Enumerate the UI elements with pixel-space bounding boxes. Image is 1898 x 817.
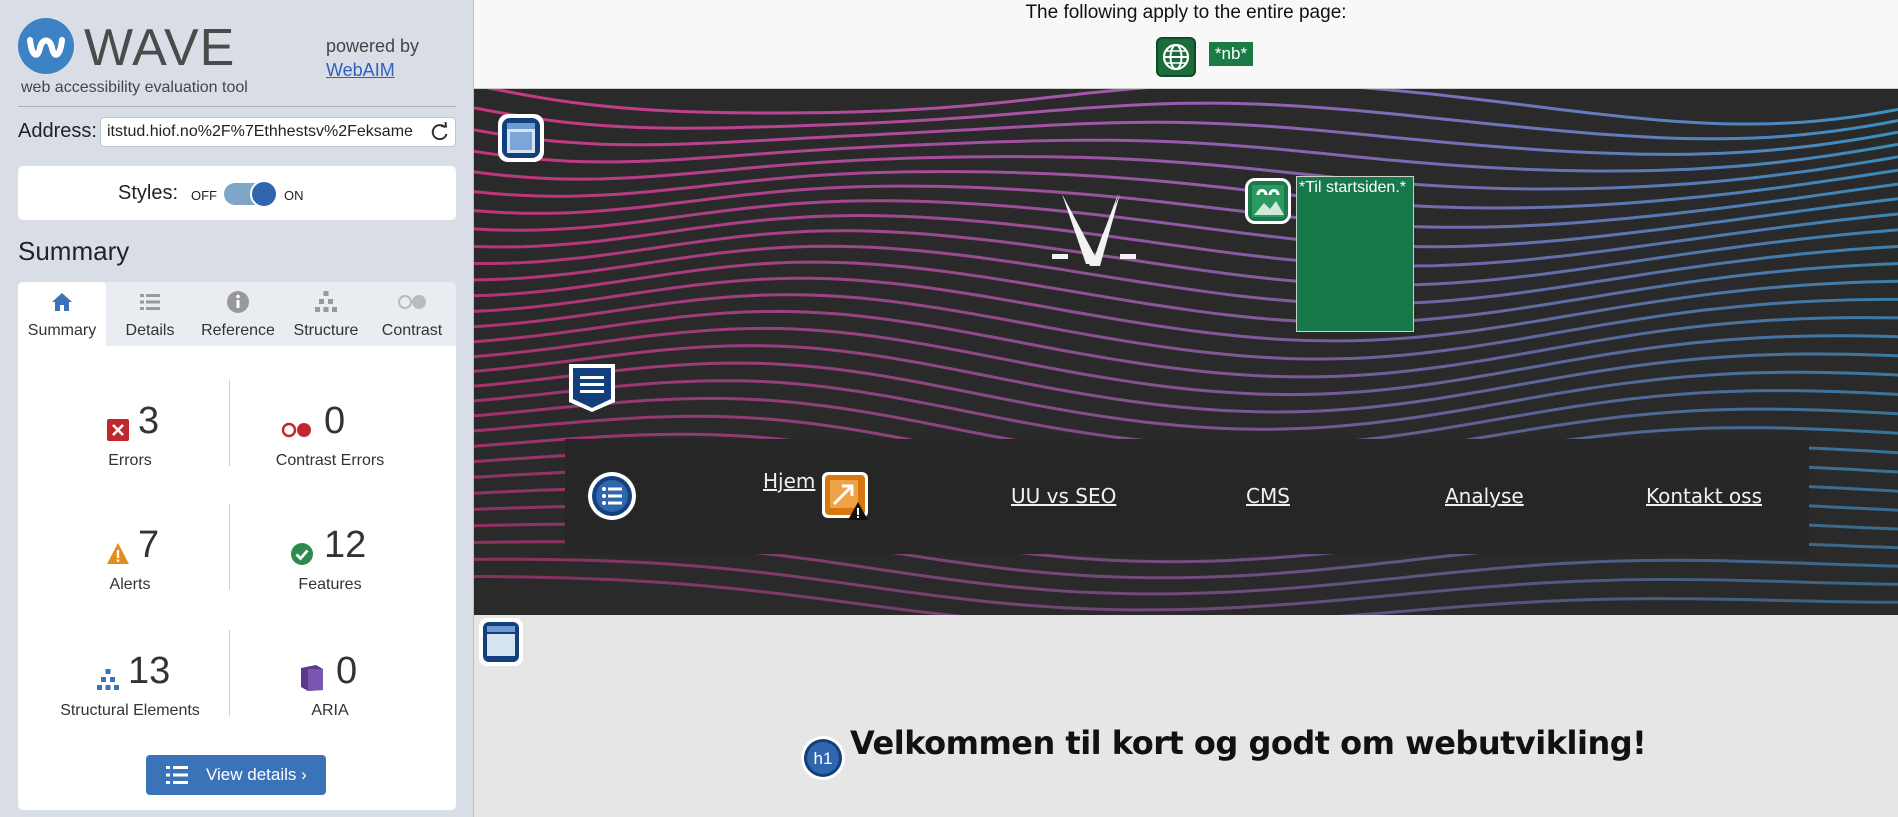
styles-toggle-box: Styles: OFF ON	[18, 166, 456, 220]
nav-link-hjem[interactable]: Hjem	[763, 469, 815, 493]
panel-tabs: Summary Details Reference Structure Cont…	[18, 282, 456, 346]
wave-line	[474, 344, 1898, 414]
wave-line	[474, 182, 1898, 229]
wave-line	[474, 361, 1898, 431]
contrast-icon	[398, 295, 426, 309]
stat-alerts[interactable]: 7 Alerts	[30, 504, 230, 604]
aria-count: 0	[336, 650, 358, 692]
aria-label: ARIA	[311, 702, 349, 719]
language-icon[interactable]	[1156, 37, 1196, 77]
errors-count: 3	[138, 400, 160, 442]
powered-by-text: powered by	[326, 36, 420, 56]
view-details-label: View details ›	[206, 765, 307, 784]
wave-logo-text: WAVE	[84, 19, 236, 77]
evaluated-page: The following apply to the entire page: …	[474, 0, 1898, 817]
stat-aria[interactable]: 0 ARIA	[230, 630, 430, 730]
stat-features[interactable]: 12 Features	[230, 504, 430, 604]
list-icon	[166, 766, 188, 784]
structural-label: Structural Elements	[60, 702, 200, 719]
hero-banner: *Til startsiden.* Hjem UU vs SEO CMS Ana…	[474, 89, 1898, 615]
aria-icon	[301, 665, 323, 691]
features-label: Features	[298, 576, 362, 593]
region-icon[interactable]	[496, 112, 546, 164]
tab-details[interactable]: Details	[106, 282, 194, 346]
alert-icon	[107, 543, 129, 564]
contrast-errors-count: 0	[324, 400, 346, 442]
feature-icon	[291, 543, 313, 565]
reload-icon[interactable]	[430, 122, 450, 142]
tab-label: Summary	[27, 322, 97, 339]
page-main-heading: Velkommen til kort og godt om webutvikli…	[850, 724, 1647, 762]
styles-toggle[interactable]	[224, 180, 278, 208]
page-notice: The following apply to the entire page: …	[474, 0, 1898, 89]
address-input[interactable]: itstud.hiof.no%2F%7Ethhestsv%2Feksame	[100, 117, 456, 147]
structural-count: 13	[128, 650, 171, 692]
address-row: Address: itstud.hiof.no%2F%7Ethhestsv%2F…	[18, 116, 456, 148]
wave-sidebar: WAVE web accessibility evaluation tool p…	[0, 0, 474, 817]
features-count: 12	[324, 524, 367, 566]
skip-link-icon[interactable]	[1245, 178, 1291, 224]
styles-on-label: ON	[284, 188, 304, 203]
skip-link-alt-box: *Til startsiden.*	[1296, 176, 1414, 332]
stat-structural[interactable]: 13 Structural Elements	[30, 630, 230, 730]
contrast-errors-label: Contrast Errors	[275, 452, 385, 469]
tab-label: Details	[125, 322, 175, 339]
h1-badge-text: h1	[814, 749, 833, 768]
nav-link-analyse[interactable]: Analyse	[1445, 484, 1524, 508]
main-navigation: Hjem UU vs SEO CMS Analyse Kontakt oss	[565, 439, 1809, 554]
tab-label: Structure	[293, 322, 359, 339]
address-label: Address:	[18, 120, 97, 142]
brand-divider	[18, 106, 456, 107]
unordered-list-icon[interactable]	[567, 362, 617, 414]
nav-link-cms[interactable]: CMS	[1246, 484, 1290, 508]
wave-line	[474, 379, 1898, 448]
info-icon	[227, 291, 249, 313]
tab-label: Reference	[201, 322, 275, 339]
webaim-link[interactable]: WebAIM	[326, 60, 395, 81]
site-logo	[1052, 194, 1136, 266]
tab-structure[interactable]: Structure	[282, 282, 370, 346]
wave-logo-icon	[18, 18, 74, 74]
wave-brand: WAVE web accessibility evaluation tool p…	[18, 18, 458, 104]
page-notice-text: The following apply to the entire page:	[1025, 2, 1347, 23]
wave-line	[486, 89, 1898, 126]
contrast-error-icon	[281, 422, 311, 438]
language-tag: *nb*	[1209, 42, 1253, 66]
view-details-button[interactable]: View details ›	[146, 755, 326, 795]
stat-errors[interactable]: 3 Errors	[30, 380, 230, 480]
error-icon	[107, 419, 129, 441]
styles-off-label: OFF	[191, 188, 217, 203]
tab-summary[interactable]: Summary	[18, 282, 106, 346]
toggle-knob[interactable]	[250, 180, 278, 208]
main-region-icon[interactable]	[478, 617, 524, 667]
structure-icon	[97, 669, 119, 690]
summary-panel: Summary Details Reference Structure Cont…	[18, 282, 456, 810]
tab-contrast[interactable]: Contrast	[368, 282, 456, 346]
alerts-label: Alerts	[109, 576, 151, 593]
summary-heading: Summary	[18, 236, 130, 266]
errors-label: Errors	[108, 452, 152, 469]
stat-contrast-errors[interactable]: 0 Contrast Errors	[230, 380, 430, 480]
home-icon	[52, 293, 72, 311]
hierarchy-icon	[315, 291, 337, 312]
redundant-link-alert-icon[interactable]	[820, 470, 870, 522]
tab-label: Contrast	[381, 322, 443, 339]
navigation-icon[interactable]	[587, 471, 637, 521]
alerts-count: 7	[138, 524, 160, 566]
h1-icon[interactable]: h1	[800, 735, 846, 781]
skip-link-alt-text: *Til startsiden.*	[1299, 179, 1406, 196]
wave-tagline: web accessibility evaluation tool	[21, 79, 248, 96]
nav-link-uu-vs-seo[interactable]: UU vs SEO	[1011, 484, 1116, 508]
nav-link-kontakt-oss[interactable]: Kontakt oss	[1646, 484, 1762, 508]
list-icon	[140, 294, 160, 310]
tab-reference[interactable]: Reference	[194, 282, 282, 346]
styles-label: Styles:	[118, 182, 179, 204]
